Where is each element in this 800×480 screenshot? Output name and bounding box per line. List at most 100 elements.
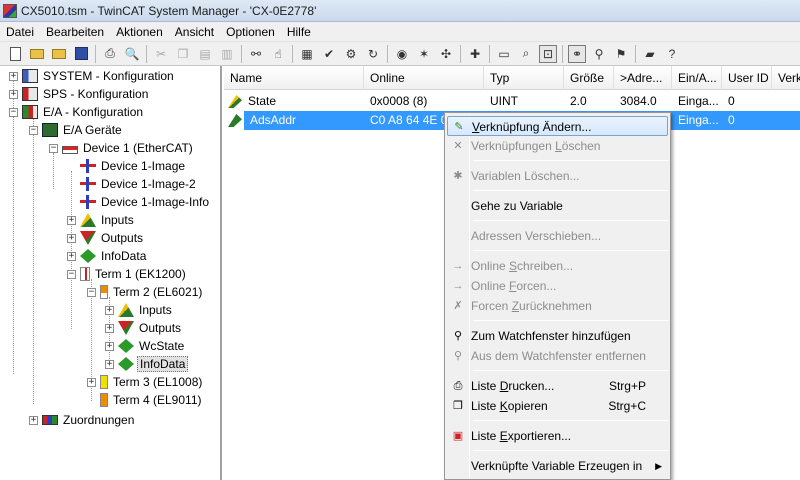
open-folder-icon[interactable] xyxy=(28,45,46,63)
book-icon[interactable]: ▰ xyxy=(641,45,659,63)
copy-icon[interactable]: ❐ xyxy=(174,45,192,63)
menu-bearbeiten[interactable]: Bearbeiten xyxy=(40,22,110,42)
menu-optionen[interactable]: Optionen xyxy=(220,22,281,42)
watch-add-icon[interactable]: ⚑ xyxy=(612,45,630,63)
tree-item-ea-konfiguration[interactable]: − E/A - Konfiguration xyxy=(9,103,145,121)
menu-item-watchfenster-hinzufuegen[interactable]: ⚲ Zum Watchfenster hinzufügen xyxy=(447,326,668,346)
title-bar: CX5010.tsm - TwinCAT System Manager - 'C… xyxy=(0,0,800,22)
menu-item-online-schreiben[interactable]: → Online Schreiben... xyxy=(447,256,668,276)
collapse-icon[interactable]: − xyxy=(49,143,58,153)
table-row[interactable]: State 0x0008 (8) UINT 2.0 3084.0 Einga..… xyxy=(224,92,800,111)
print-icon[interactable]: ⎙ xyxy=(101,45,119,63)
toggle-free-run-icon[interactable]: ✣ xyxy=(437,45,455,63)
io-devices-icon xyxy=(42,123,58,137)
save-icon[interactable] xyxy=(72,45,90,63)
expand-icon[interactable]: + xyxy=(87,377,96,387)
expand-icon[interactable]: + xyxy=(105,341,114,351)
tree-item-sps[interactable]: + SPS - Konfiguration xyxy=(9,85,150,103)
expand-icon[interactable]: + xyxy=(105,323,114,333)
menu-aktionen[interactable]: Aktionen xyxy=(110,22,169,42)
expand-icon[interactable]: + xyxy=(67,215,76,225)
expand-icon[interactable]: + xyxy=(105,305,114,315)
show-online-icon[interactable]: ⊡ xyxy=(539,44,557,63)
zoom-icon[interactable]: ⚭ xyxy=(568,44,586,63)
restart-icon[interactable]: ↻ xyxy=(364,45,382,63)
tree-item-term1[interactable]: − Term 1 (EK1200) xyxy=(67,265,188,283)
print-preview-icon[interactable]: 🔍 xyxy=(123,45,141,63)
tree-item-ea-geraete[interactable]: − E/A Geräte xyxy=(29,121,124,139)
expand-icon[interactable]: + xyxy=(9,89,18,99)
column-typ[interactable]: Typ xyxy=(484,66,564,90)
watch-icon[interactable]: ⚲ xyxy=(590,45,608,63)
tree-item-device1-image-2[interactable]: Device 1-Image-2 xyxy=(67,175,198,193)
column-name[interactable]: Name xyxy=(224,66,364,90)
collapse-icon[interactable]: − xyxy=(67,269,76,279)
tree-item-term2-inputs[interactable]: + Inputs xyxy=(105,301,174,319)
expand-icon[interactable]: + xyxy=(67,233,76,243)
check-config-icon[interactable]: ▦ xyxy=(298,45,316,63)
tree-item-term4[interactable]: Term 4 (EL9011) xyxy=(87,391,203,409)
set-run-mode-icon[interactable]: ◉ xyxy=(393,45,411,63)
find-icon[interactable]: ⚯ xyxy=(247,45,265,63)
menu-hilfe[interactable]: Hilfe xyxy=(281,22,317,42)
collapse-icon[interactable]: − xyxy=(87,287,96,297)
tree-item-device1-image-info[interactable]: Device 1-Image-Info xyxy=(67,193,211,211)
menu-item-liste-kopieren[interactable]: ❐ Liste Kopieren Strg+C xyxy=(447,396,668,416)
column-adresse[interactable]: >Adre... xyxy=(614,66,672,90)
column-einaus[interactable]: Ein/A... xyxy=(672,66,722,90)
expand-icon[interactable]: + xyxy=(105,359,114,369)
new-file-icon[interactable] xyxy=(6,45,24,63)
help-icon[interactable]: ? xyxy=(663,45,681,63)
tree-item-term2[interactable]: − Term 2 (EL6021) xyxy=(87,283,204,301)
edit-link-icon: ✎ xyxy=(454,121,464,133)
menu-item-variablen-loeschen[interactable]: ✱ Variablen Löschen... xyxy=(447,166,668,186)
tree-item-term3[interactable]: + Term 3 (EL1008) xyxy=(87,373,204,391)
paste-icon[interactable]: ▤ xyxy=(196,45,214,63)
column-online[interactable]: Online xyxy=(364,66,484,90)
column-verk[interactable]: Verk xyxy=(772,66,800,90)
expand-icon[interactable]: + xyxy=(67,251,76,261)
menu-item-liste-exportieren[interactable]: ▣ Liste Exportieren... xyxy=(447,426,668,446)
menu-item-adressen-verschieben[interactable]: Adressen Verschieben... xyxy=(447,226,668,246)
tree-item-infodata[interactable]: + InfoData xyxy=(67,247,148,265)
tree-item-term2-infodata[interactable]: + InfoData xyxy=(105,355,189,373)
menu-item-forcen-zuruecknehmen[interactable]: ✗ Forcen Zurücknehmen xyxy=(447,296,668,316)
menu-item-watchfenster-entfernen[interactable]: ⚲ Aus dem Watchfenster entfernen xyxy=(447,346,668,366)
copy-list-icon: ❐ xyxy=(453,400,463,412)
delete-item-icon[interactable]: ▭ xyxy=(495,45,513,63)
menu-item-verknuepfungen-loeschen[interactable]: ✕ Verknüpfungen Löschen xyxy=(447,136,668,156)
tree-item-term2-wcstate[interactable]: + WcState xyxy=(105,337,186,355)
find-next-icon[interactable]: ☝ xyxy=(269,45,287,63)
collapse-icon[interactable]: − xyxy=(9,107,18,117)
column-userid[interactable]: User ID xyxy=(722,66,772,90)
tree-item-device1[interactable]: − Device 1 (EtherCAT) xyxy=(49,139,195,157)
menu-ansicht[interactable]: Ansicht xyxy=(169,22,220,42)
expand-icon[interactable]: + xyxy=(29,415,38,425)
paste-special-icon[interactable]: ▥ xyxy=(218,45,236,63)
tree-view[interactable]: + SYSTEM - Konfiguration + SPS - Konfigu… xyxy=(0,66,222,480)
tree-item-outputs[interactable]: + Outputs xyxy=(67,229,145,247)
tree-label: SPS - Konfiguration xyxy=(43,87,149,101)
menu-item-liste-drucken[interactable]: ⎙ Liste Drucken... Strg+P xyxy=(447,376,668,396)
build-icon[interactable]: ⚙ xyxy=(342,45,360,63)
tree-item-term2-outputs[interactable]: + Outputs xyxy=(105,319,183,337)
menu-item-gehe-zu-variable[interactable]: Gehe zu Variable xyxy=(447,196,668,216)
search-icon[interactable]: ⌕ xyxy=(517,45,535,63)
add-item-icon[interactable]: ✚ xyxy=(466,45,484,63)
tree-item-zuordnungen[interactable]: + Zuordnungen xyxy=(29,411,136,429)
expand-icon[interactable]: + xyxy=(9,71,18,81)
menu-item-verknuepfung-aendern[interactable]: ✎ Verknüpfung Ändern... xyxy=(447,116,668,136)
scan-devices-icon[interactable]: ✶ xyxy=(415,45,433,63)
column-groesse[interactable]: Größe xyxy=(564,66,614,90)
tree-item-system[interactable]: + SYSTEM - Konfiguration xyxy=(9,67,176,85)
menu-item-online-forcen[interactable]: → Online Forcen... xyxy=(447,276,668,296)
tree-item-inputs[interactable]: + Inputs xyxy=(67,211,136,229)
collapse-icon[interactable]: − xyxy=(29,125,38,135)
activate-config-icon[interactable]: ✔ xyxy=(320,45,338,63)
cut-icon[interactable]: ✂ xyxy=(152,45,170,63)
open-target-icon[interactable] xyxy=(50,45,68,63)
menu-datei[interactable]: Datei xyxy=(0,22,40,42)
twincat-app-icon[interactable] xyxy=(3,3,17,18)
tree-item-device1-image[interactable]: Device 1-Image xyxy=(67,157,187,175)
menu-item-verknuepfte-variable-erzeugen[interactable]: Verknüpfte Variable Erzeugen in ▶ xyxy=(447,456,668,476)
